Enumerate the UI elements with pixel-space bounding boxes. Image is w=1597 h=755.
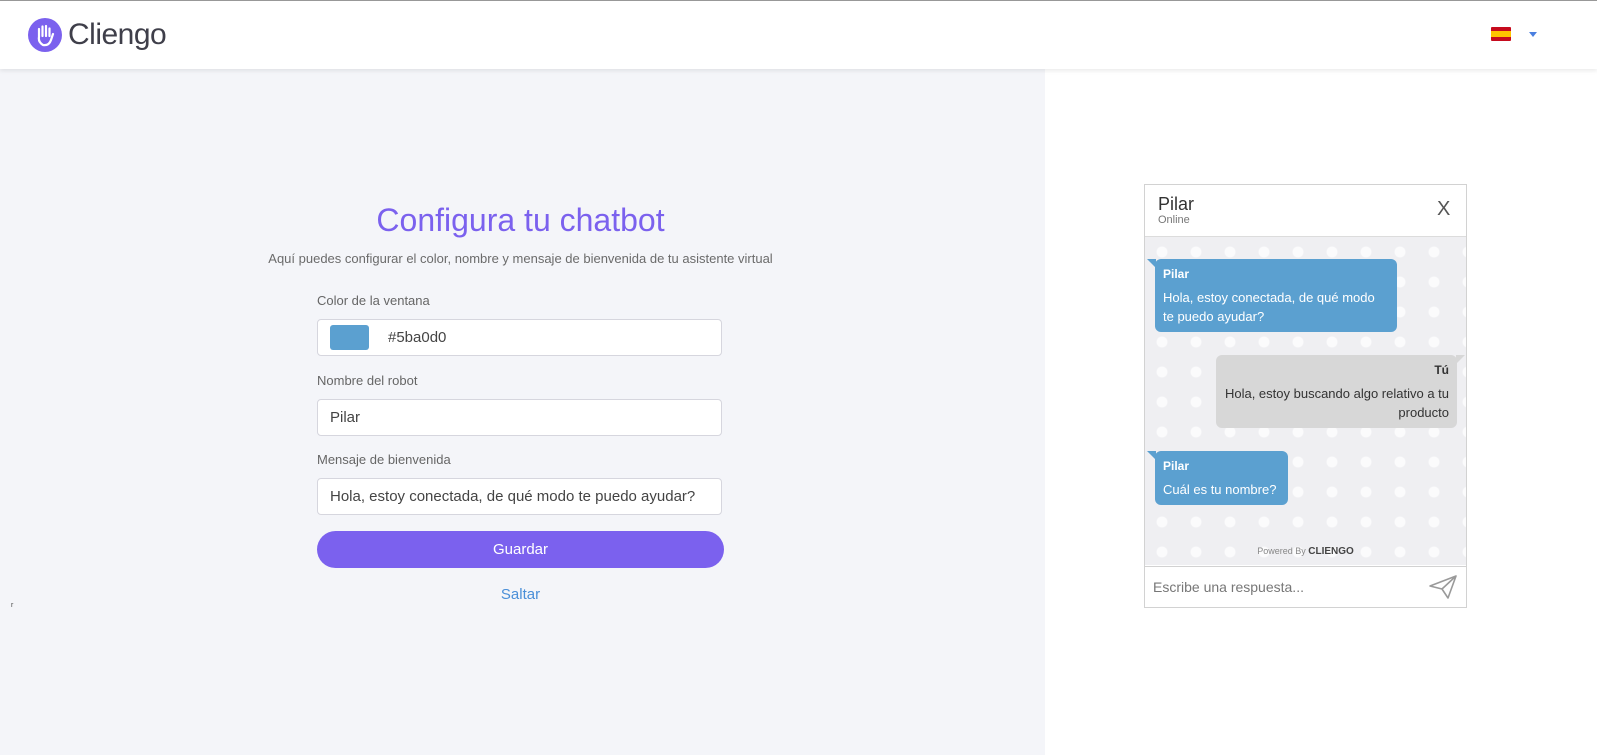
powered-by: Powered By CLIENGO	[1145, 546, 1466, 557]
cliengo-logo[interactable]: Cliengo	[28, 17, 167, 53]
name-label: Nombre del robot	[317, 373, 418, 388]
logo-text: Cliengo	[68, 18, 167, 51]
message-text: Hola, estoy conectada, de qué modo te pu…	[1163, 290, 1375, 324]
close-icon[interactable]: X	[1437, 198, 1450, 221]
spain-flag-icon	[1491, 27, 1511, 41]
chat-message: Pilar Cuál es tu nombre?	[1147, 451, 1288, 505]
chat-header: Pilar Online X	[1145, 185, 1466, 237]
message-author: Pilar	[1163, 267, 1190, 281]
save-button[interactable]: Guardar	[317, 531, 724, 568]
top-header: Cliengo	[0, 1, 1597, 69]
chat-message: Pilar Hola, estoy conectada, de qué modo…	[1147, 259, 1397, 332]
bot-name-value: Pilar	[330, 409, 361, 426]
config-panel: Configura tu chatbot Aquí puedes configu…	[0, 69, 1045, 755]
color-value: #5ba0d0	[388, 329, 447, 346]
page-subtitle: Aquí puedes configurar el color, nombre …	[268, 251, 773, 266]
cliengo-brand-mark: CLIENGO	[1308, 546, 1354, 557]
color-swatch[interactable]	[330, 325, 369, 350]
message-author: Tú	[1434, 363, 1449, 377]
message-author: Pilar	[1163, 459, 1190, 473]
chat-reply-input[interactable]: Escribe una respuesta...	[1145, 566, 1466, 608]
color-label: Color de la ventana	[317, 293, 430, 308]
chat-message: Tú Hola, estoy buscando algo relativo a …	[1216, 355, 1465, 428]
welcome-message-input[interactable]: Hola, estoy conectada, de qué modo te pu…	[317, 478, 722, 515]
bot-name-input[interactable]: Pilar	[317, 399, 722, 436]
skip-link-label[interactable]: Saltar	[501, 586, 540, 603]
chevron-down-icon	[1529, 31, 1537, 37]
preview-panel: Pilar Online X Pilar Hola, estoy conecta…	[1045, 69, 1597, 755]
powered-by-label: Powered By	[1257, 546, 1306, 556]
chat-status: Online	[1158, 214, 1190, 226]
welcome-message-value: Hola, estoy conectada, de qué modo te pu…	[330, 488, 696, 505]
language-selector[interactable]	[1491, 27, 1537, 41]
chat-reply-placeholder: Escribe una respuesta...	[1153, 579, 1304, 595]
send-icon[interactable]	[1428, 574, 1458, 605]
chat-bot-name: Pilar	[1158, 194, 1195, 214]
page-title: Configura tu chatbot	[376, 202, 665, 238]
chat-widget-preview: Pilar Online X Pilar Hola, estoy conecta…	[1144, 184, 1467, 608]
stray-mark: r	[11, 602, 14, 609]
hand-logo-icon	[28, 18, 62, 52]
welcome-label: Mensaje de bienvenida	[317, 452, 451, 467]
message-text: Hola, estoy buscando algo relativo a tu …	[1224, 386, 1449, 420]
message-text: Cuál es tu nombre?	[1163, 482, 1277, 497]
skip-link[interactable]: Saltar	[0, 586, 1041, 603]
color-field[interactable]: #5ba0d0	[317, 319, 722, 356]
chat-messages: Pilar Hola, estoy conectada, de qué modo…	[1145, 237, 1466, 565]
